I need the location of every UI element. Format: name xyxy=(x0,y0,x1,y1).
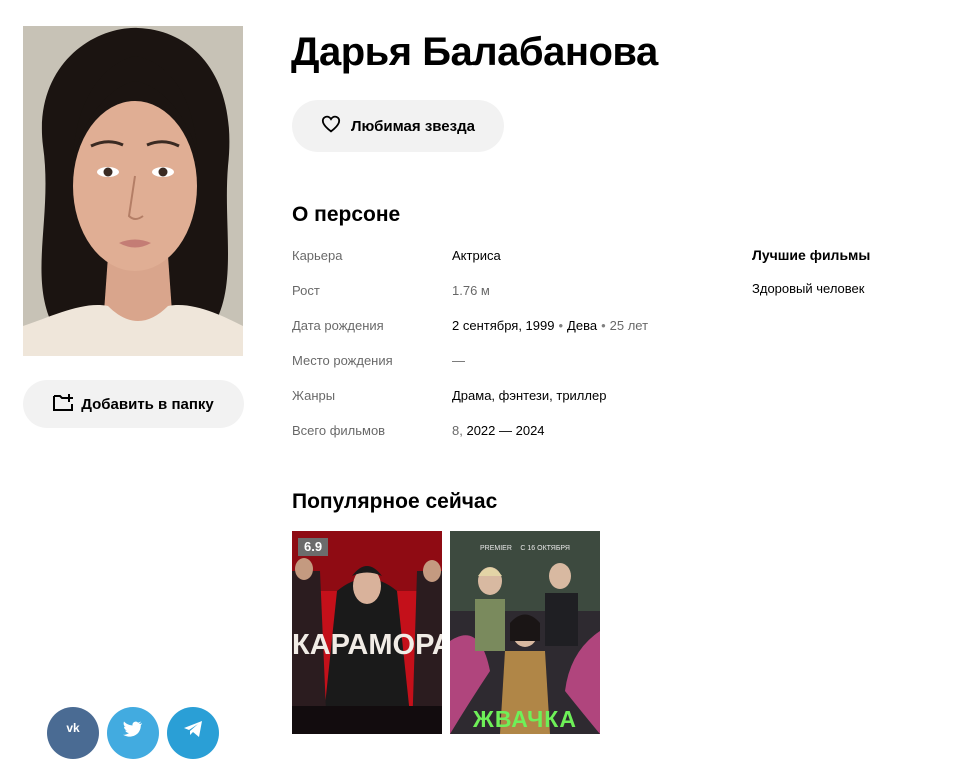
add-to-folder-button[interactable]: Добавить в папку xyxy=(23,380,244,428)
total-films-value: 8, 2022 — 2024 xyxy=(452,423,545,438)
poster-header: PREMIER С 16 ОКТЯБРЯ xyxy=(450,545,600,552)
poster-title-text: ЖВАЧКА xyxy=(473,706,577,732)
career-link[interactable]: Актриса xyxy=(452,248,501,263)
info-row-total-films: Всего фильмов 8, 2022 — 2024 xyxy=(292,413,712,448)
vk-share-button[interactable]: vk xyxy=(47,707,99,759)
about-info-table: Карьера Актриса Рост 1.76 м Дата рождени… xyxy=(292,238,712,448)
info-label: Рост xyxy=(292,283,320,298)
info-label: Дата рождения xyxy=(292,318,384,333)
separator-dot: • xyxy=(601,318,606,333)
premier-brand: PREMIER xyxy=(480,545,512,552)
info-row-career: Карьера Актриса xyxy=(292,238,712,273)
info-row-birthdate: Дата рождения 2 сентября, 1999 • Дева • 25 л… xyxy=(292,308,712,343)
info-label: Место рождения xyxy=(292,353,393,368)
films-years: 2022 — 2024 xyxy=(466,423,545,438)
age-value: 25 лет xyxy=(609,318,649,333)
best-film-link[interactable]: Здоровый человек xyxy=(752,280,864,298)
heart-icon xyxy=(321,115,341,137)
telegram-icon xyxy=(183,721,203,740)
person-name: Дарья Балабанова xyxy=(291,30,658,74)
vk-icon: vk xyxy=(66,721,80,735)
films-count: 8, xyxy=(452,423,463,438)
poster-title-text: КАРАМОРА xyxy=(292,629,442,661)
info-row-height: Рост 1.76 м xyxy=(292,273,712,308)
height-value: 1.76 м xyxy=(452,283,490,298)
favorite-star-label: Любимая звезда xyxy=(351,117,475,135)
add-to-folder-label: Добавить в папку xyxy=(81,395,214,413)
info-label: Жанры xyxy=(292,388,336,403)
favorite-star-button[interactable]: Любимая звезда xyxy=(292,100,504,152)
best-films-title: Лучшие фильмы xyxy=(752,247,871,263)
birthplace-value: — xyxy=(452,353,465,368)
info-row-birthplace: Место рождения — xyxy=(292,343,712,378)
poster-card[interactable]: 6.9 КАРАМОРА xyxy=(292,531,442,734)
poster-card[interactable]: PREMIER С 16 ОКТЯБРЯ ЖВАЧКА xyxy=(450,531,600,734)
person-photo xyxy=(23,26,243,356)
zodiac-link[interactable]: Дева xyxy=(567,318,597,333)
rating-badge: 6.9 xyxy=(298,538,329,556)
separator-dot: • xyxy=(558,318,564,333)
popular-section-title: Популярное сейчас xyxy=(292,490,498,513)
info-label: Всего фильмов xyxy=(292,423,386,438)
folder-add-icon xyxy=(53,393,74,415)
genres-links[interactable]: Драма, фэнтези, триллер xyxy=(452,388,606,403)
release-date: С 16 ОКТЯБРЯ xyxy=(520,545,570,552)
twitter-icon xyxy=(123,721,143,740)
telegram-share-button[interactable] xyxy=(167,707,219,759)
info-row-genres: Жанры Драма, фэнтези, триллер xyxy=(292,378,712,413)
about-section-title: О персоне xyxy=(292,203,401,226)
twitter-share-button[interactable] xyxy=(107,707,159,759)
birthdate-link[interactable]: 2 сентября, 1999 xyxy=(452,318,554,333)
info-label: Карьера xyxy=(292,248,343,263)
birthdate-value: 2 сентября, 1999 • Дева • 25 лет xyxy=(452,318,648,333)
